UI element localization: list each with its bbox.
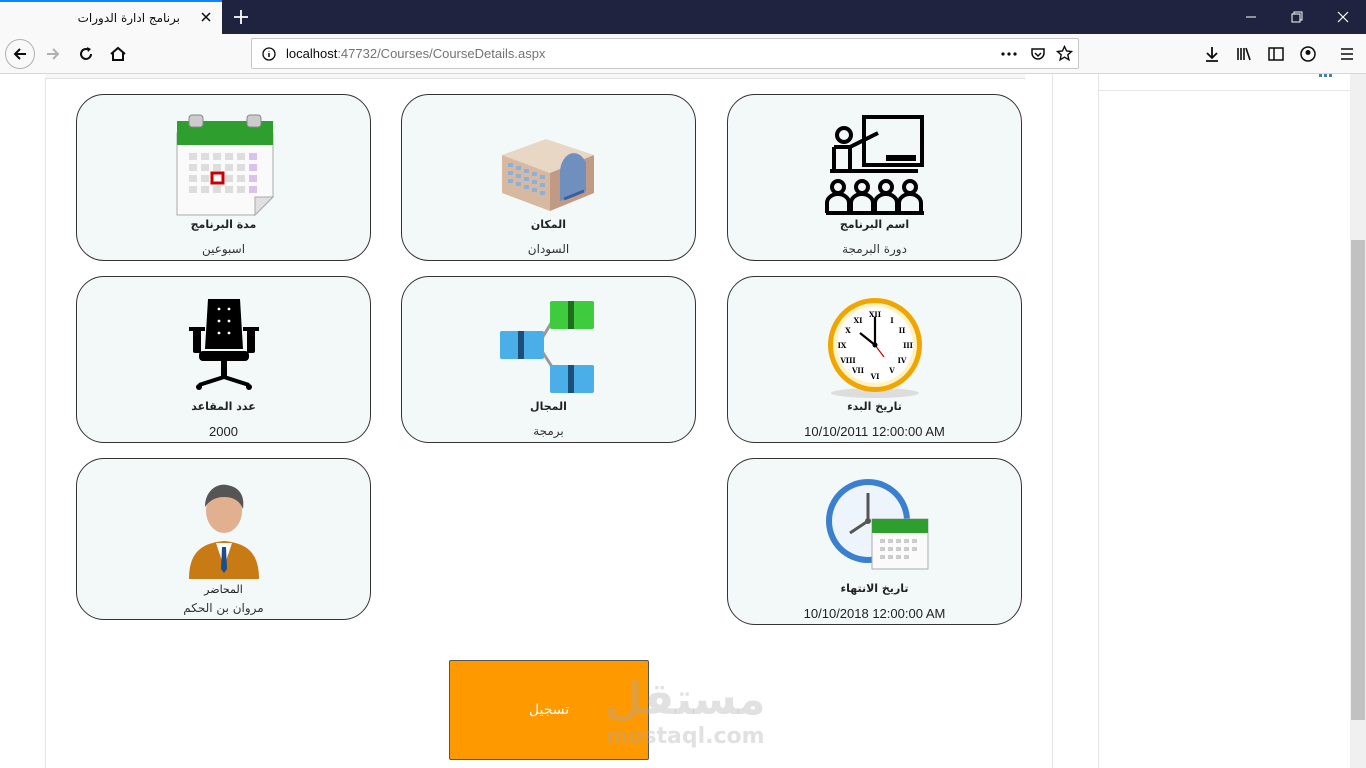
scrollbar[interactable] (1350, 74, 1366, 768)
page-actions-icon[interactable] (1000, 47, 1018, 61)
address-bar[interactable]: localhost:47732/Courses/CourseDetails.as… (251, 38, 1079, 69)
card-label: تاريخ البدء (847, 400, 902, 413)
card-label: عدد المقاعد (191, 400, 256, 413)
card-seats: عدد المقاعد 2000 (76, 276, 371, 443)
svg-text:II: II (898, 326, 905, 335)
svg-text:V: V (888, 366, 895, 375)
svg-text:III: III (903, 341, 913, 350)
card-value: مروان بن الحكم (183, 601, 264, 615)
back-icon[interactable] (5, 39, 35, 69)
new-tab-icon[interactable] (232, 8, 250, 26)
building-icon (501, 139, 594, 211)
card-value: دورة البرمجة (842, 242, 907, 256)
forward-icon[interactable] (41, 42, 65, 66)
scrollbar-thumb[interactable] (1351, 240, 1365, 720)
close-tab-icon[interactable] (198, 9, 214, 25)
home-icon[interactable] (106, 42, 130, 66)
pocket-icon[interactable] (1030, 46, 1046, 62)
svg-text:IV: IV (897, 356, 906, 365)
teacher-classroom-icon (824, 115, 924, 215)
browser-titlebar: برنامج ادارة الدورات (0, 0, 1366, 34)
card-lecturer: المحاضر مروان بن الحكم (76, 458, 371, 620)
card-field: المجال برمجة (401, 276, 696, 443)
svg-text:IX: IX (837, 341, 846, 350)
card-value: السودان (527, 242, 570, 256)
url-path: :47732/Courses/CourseDetails.aspx (337, 46, 546, 61)
svg-text:I: I (890, 316, 893, 325)
account-icon[interactable] (1296, 42, 1320, 66)
calendar-icon (176, 114, 274, 217)
card-label: المحاضر (204, 583, 243, 596)
card-value: 2000 (209, 424, 238, 439)
mini-grid-icon[interactable] (1319, 74, 1333, 80)
browser-tab[interactable]: برنامج ادارة الدورات (0, 0, 222, 34)
card-location: المكان السودان (401, 94, 696, 261)
clock-calendar-icon (825, 479, 928, 570)
svg-text:VII: VII (851, 366, 864, 375)
download-icon[interactable] (1200, 42, 1224, 66)
url-text[interactable]: localhost:47732/Courses/CourseDetails.as… (286, 46, 545, 61)
card-label: تاريخ الانتهاء (840, 582, 909, 595)
right-sidebar-panel (1098, 74, 1351, 768)
sidebar-icon[interactable] (1264, 42, 1288, 66)
card-label: مدة البرنامج (190, 218, 257, 231)
card-label: المكان (530, 218, 567, 231)
card-duration: مدة البرنامج اسبوعين (76, 94, 371, 261)
bookmark-star-icon[interactable] (1056, 45, 1073, 62)
person-avatar-icon (188, 484, 259, 579)
register-button[interactable]: تسجيل (449, 660, 649, 760)
url-host: localhost (286, 46, 338, 61)
office-chair-icon (188, 299, 259, 390)
flow-diagram-icon (499, 301, 594, 393)
card-start-date: XII VI IX III XI I X II VIII IV VII V تاريخ ال… (727, 276, 1022, 443)
restore-icon[interactable] (1274, 0, 1320, 34)
close-window-icon[interactable] (1320, 0, 1366, 34)
card-value: 10/10/2018 12:00:00 AM (803, 606, 946, 621)
divider (1099, 90, 1351, 91)
svg-text:VI: VI (869, 372, 879, 381)
svg-text:VIII: VIII (839, 356, 855, 365)
card-end-date: تاريخ الانتهاء 10/10/2018 12:00:00 AM (727, 458, 1022, 625)
header-strip (45, 74, 1025, 79)
card-label: المجال (530, 400, 567, 413)
browser-toolbar: localhost:47732/Courses/CourseDetails.as… (0, 34, 1366, 74)
clock-icon: XIIVI IX III XI I X II VIII IV VII V (827, 298, 922, 398)
card-value: اسبوعين (201, 242, 246, 256)
minimize-icon[interactable] (1228, 0, 1274, 34)
tab-title: برنامج ادارة الدورات (77, 11, 180, 25)
menu-icon[interactable] (1335, 42, 1359, 66)
svg-text:X: X (845, 326, 851, 335)
card-label: اسم البرنامج (839, 218, 910, 231)
info-icon[interactable] (262, 47, 276, 61)
reload-icon[interactable] (74, 42, 98, 66)
svg-text:XI: XI (853, 316, 862, 325)
card-value: 10/10/2011 12:00:00 AM (804, 424, 945, 439)
page-viewport: اسم البرنامج دورة البرمجة المكان السودان (0, 74, 1366, 768)
library-icon[interactable] (1232, 42, 1256, 66)
card-value: برمجة (533, 424, 564, 438)
card-program-name: اسم البرنامج دورة البرمجة (727, 94, 1022, 261)
